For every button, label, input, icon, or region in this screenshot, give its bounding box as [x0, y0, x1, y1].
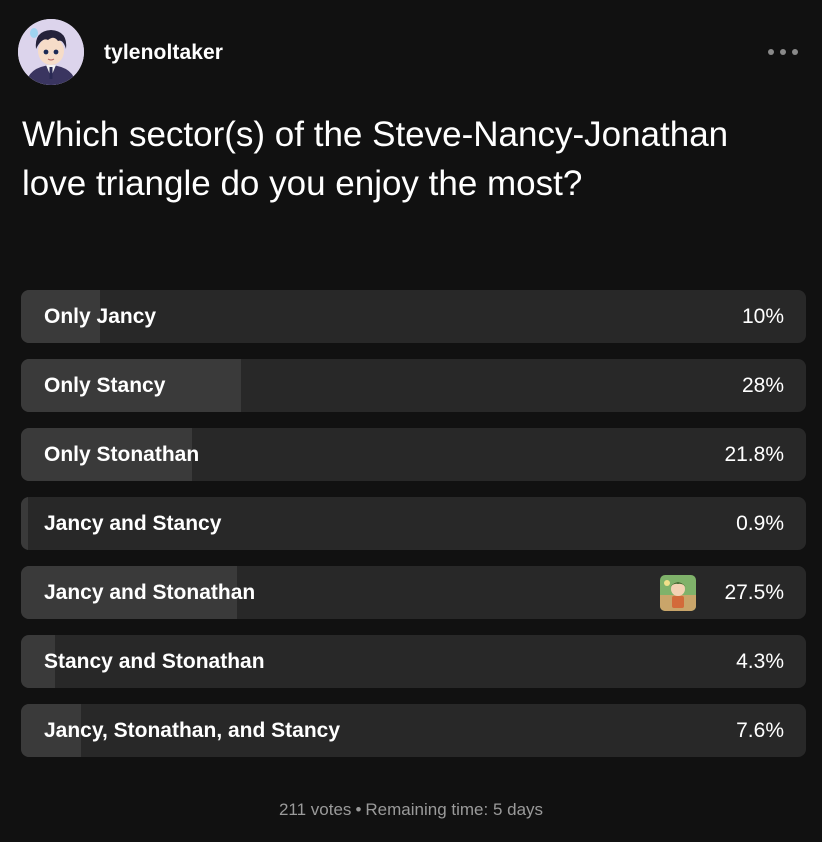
voter-avatar-icon [660, 575, 696, 611]
option-percent: 10% [741, 305, 784, 328]
option-percent: 21.8% [724, 443, 784, 466]
option-label: Only Jancy [44, 305, 157, 328]
poll-options: Only Jancy 10% Only Stancy 28% Only Ston… [21, 290, 806, 773]
option-percent: 7.6% [736, 719, 784, 742]
dot [792, 49, 798, 55]
remaining-time: Remaining time: 5 days [365, 800, 544, 819]
poll-option-stancy-and-stonathan[interactable]: Stancy and Stonathan 4.3% [21, 635, 806, 688]
option-label: Only Stancy [44, 374, 166, 397]
dot [780, 49, 786, 55]
more-options-icon[interactable] [768, 45, 798, 59]
username[interactable]: tylenoltaker [104, 41, 223, 65]
poll-footer: 211 votes • Remaining time: 5 days [0, 800, 822, 820]
poll-option-only-stancy[interactable]: Only Stancy 28% [21, 359, 806, 412]
option-fill-bar [21, 497, 29, 550]
post-header: tylenoltaker [18, 19, 804, 87]
option-label: Stancy and Stonathan [44, 650, 265, 673]
poll-option-jancy-and-stonathan[interactable]: Jancy and Stonathan 27.5% [21, 566, 806, 619]
poll-option-only-stonathan[interactable]: Only Stonathan 21.8% [21, 428, 806, 481]
poll-option-all-three[interactable]: Jancy, Stonathan, and Stancy 7.6% [21, 704, 806, 757]
option-label: Jancy, Stonathan, and Stancy [44, 719, 341, 742]
option-percent: 0.9% [736, 512, 784, 535]
option-percent: 28% [741, 374, 784, 397]
option-label: Only Stonathan [44, 443, 200, 466]
option-label: Jancy and Stonathan [44, 581, 256, 604]
option-percent: 27.5% [724, 581, 784, 604]
separator: • [355, 800, 362, 819]
dot [768, 49, 774, 55]
user-avatar[interactable] [18, 19, 84, 85]
poll-option-jancy-and-stancy[interactable]: Jancy and Stancy 0.9% [21, 497, 806, 550]
option-label: Jancy and Stancy [44, 512, 222, 535]
poll-option-only-jancy[interactable]: Only Jancy 10% [21, 290, 806, 343]
anime-avatar-icon [18, 19, 84, 85]
option-percent: 4.3% [736, 650, 784, 673]
poll-question: Which sector(s) of the Steve-Nancy-Jonat… [22, 115, 729, 203]
vote-count: 211 votes [278, 800, 352, 819]
